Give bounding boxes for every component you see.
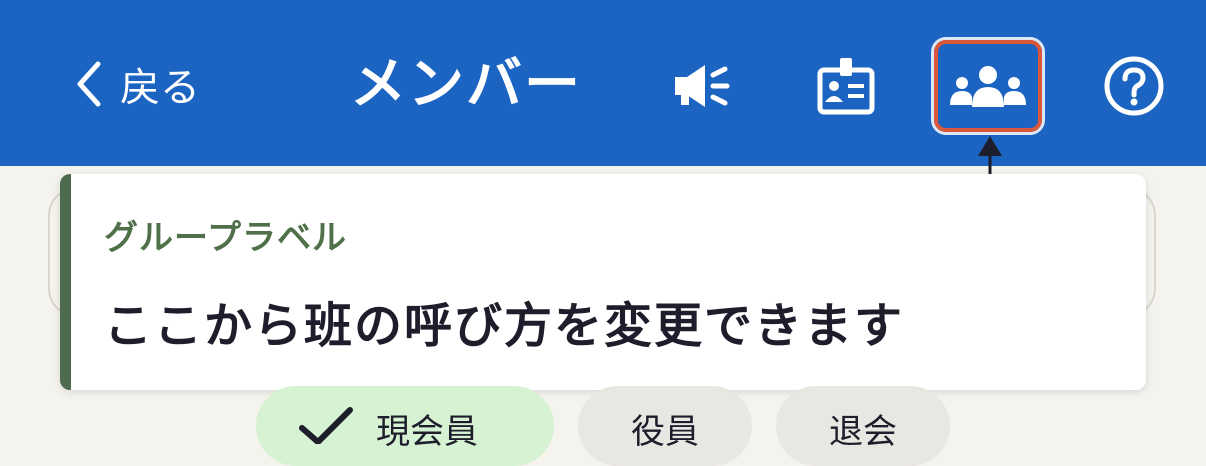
onboarding-tooltip: グループラベル ここから班の呼び方を変更できます	[60, 174, 1146, 390]
chevron-left-icon	[77, 61, 101, 107]
tooltip-title: グループラベル	[104, 218, 347, 258]
member-card-button[interactable]	[792, 40, 900, 132]
filter-chip-current-members[interactable]: 現会員	[256, 386, 554, 466]
checkmark-icon	[299, 407, 353, 444]
help-button[interactable]	[1080, 40, 1188, 132]
group-label-button[interactable]	[934, 40, 1042, 132]
filter-chip-label: 現会員	[376, 412, 478, 452]
tooltip-accent-bar	[60, 174, 71, 390]
back-label: 戻る	[120, 65, 200, 111]
back-button[interactable]: 戻る	[74, 52, 200, 116]
page-title: メンバー	[350, 52, 582, 117]
filter-chip-label: 退会	[829, 412, 897, 452]
group-icon	[950, 66, 1026, 107]
filter-chip-withdrawn[interactable]: 退会	[776, 386, 950, 466]
id-card-icon	[817, 58, 875, 115]
help-icon	[1104, 56, 1164, 116]
megaphone-icon	[675, 65, 730, 107]
app-header: 戻る メンバー	[0, 0, 1206, 166]
filter-chip-officers[interactable]: 役員	[578, 386, 752, 466]
filter-chip-label: 役員	[631, 412, 699, 452]
tooltip-body: ここから班の呼び方を変更できます	[104, 298, 905, 354]
tooltip-pointer-icon	[978, 136, 1002, 176]
announcement-button[interactable]	[648, 40, 756, 132]
